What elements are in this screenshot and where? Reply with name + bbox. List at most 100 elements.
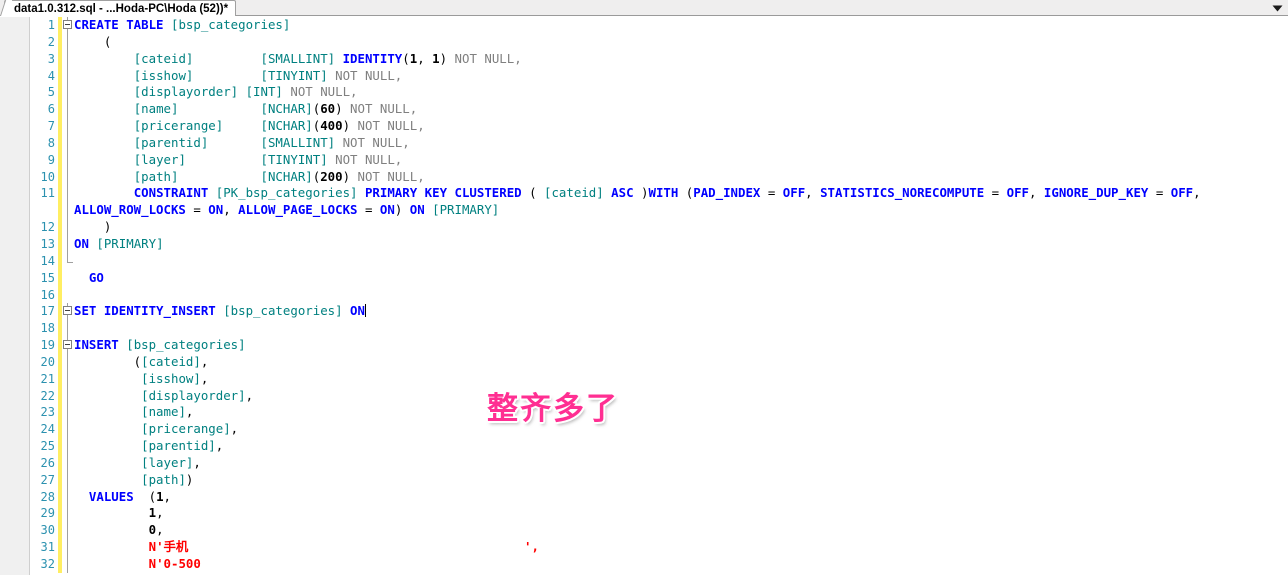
fold-margin[interactable] bbox=[63, 84, 74, 102]
fold-collapse-button[interactable] bbox=[63, 306, 72, 316]
fold-margin[interactable] bbox=[63, 556, 74, 573]
code-line[interactable]: 14 bbox=[0, 252, 1288, 270]
code-line[interactable]: 11 CONSTRAINT [PK_bsp_categories] PRIMAR… bbox=[0, 185, 1288, 203]
fold-margin[interactable] bbox=[63, 522, 74, 540]
fold-margin[interactable] bbox=[63, 185, 74, 203]
fold-margin[interactable] bbox=[63, 387, 74, 405]
code-line[interactable]: 13 ON [PRIMARY] bbox=[0, 235, 1288, 253]
code-line[interactable]: 12 ) bbox=[0, 219, 1288, 236]
code-line[interactable]: 4 [isshow] [TINYINT] NOT NULL, bbox=[0, 67, 1288, 85]
code-line[interactable]: 28 VALUES (1, bbox=[0, 488, 1288, 506]
code-line[interactable]: 20 ([cateid], bbox=[0, 353, 1288, 371]
tab-list-dropdown-button[interactable] bbox=[1270, 2, 1284, 14]
fold-collapse-button[interactable] bbox=[63, 20, 72, 29]
fold-margin[interactable] bbox=[63, 252, 74, 270]
code-token: ( bbox=[74, 33, 112, 49]
code-token: , bbox=[230, 421, 239, 437]
code-line-text: VALUES (1, bbox=[74, 489, 171, 506]
modified-line-indicator bbox=[58, 337, 62, 354]
code-line-text: CREATE TABLE [bsp_categories] bbox=[74, 17, 290, 34]
code-line[interactable]: 8 [parentid] [SMALLINT] NOT NULL, bbox=[0, 134, 1288, 152]
modified-line-indicator bbox=[58, 118, 62, 135]
code-token: [TINYINT] bbox=[260, 67, 328, 83]
code-line[interactable]: 30 0, bbox=[0, 522, 1288, 540]
code-line[interactable]: 15 GO bbox=[0, 269, 1288, 287]
code-token: , bbox=[156, 505, 164, 521]
fold-margin[interactable] bbox=[63, 67, 74, 85]
fold-margin[interactable] bbox=[63, 454, 74, 472]
fold-margin[interactable] bbox=[63, 337, 74, 354]
fold-margin[interactable] bbox=[63, 471, 74, 489]
document-tab-active[interactable]: data1.0.312.sql - ...Hoda-PC\Hoda (52))* bbox=[4, 0, 237, 16]
fold-margin[interactable] bbox=[63, 438, 74, 455]
code-line[interactable]: 5 [displayorder] [INT] NOT NULL, bbox=[0, 84, 1288, 102]
code-line[interactable]: 10 [path] [NCHAR](200) NOT NULL, bbox=[0, 168, 1288, 186]
code-token: [INT] bbox=[245, 84, 283, 100]
fold-margin[interactable] bbox=[63, 168, 74, 186]
code-text-area[interactable]: 1 CREATE TABLE [bsp_categories] 2 (3 [cate… bbox=[0, 17, 1288, 575]
code-line[interactable]: 21 [isshow], bbox=[0, 370, 1288, 388]
code-line[interactable]: 29 1, bbox=[0, 505, 1288, 523]
fold-margin[interactable] bbox=[63, 320, 74, 338]
fold-margin[interactable] bbox=[63, 287, 74, 304]
code-line[interactable]: 24 [pricerange], bbox=[0, 421, 1288, 439]
fold-margin[interactable] bbox=[63, 151, 74, 169]
code-line-text: [displayorder], bbox=[74, 388, 253, 405]
code-line[interactable]: 23 [name], bbox=[0, 404, 1288, 422]
fold-collapse-button[interactable] bbox=[63, 340, 72, 350]
fold-margin[interactable] bbox=[63, 539, 74, 556]
fold-margin[interactable] bbox=[63, 101, 74, 119]
fold-margin[interactable] bbox=[63, 118, 74, 135]
fold-margin[interactable] bbox=[63, 303, 74, 321]
code-token: [NCHAR] bbox=[260, 118, 313, 134]
fold-margin[interactable] bbox=[63, 219, 74, 236]
code-token: [path] bbox=[133, 168, 179, 184]
code-token: , bbox=[245, 387, 254, 403]
fold-margin[interactable] bbox=[63, 50, 74, 68]
code-line[interactable]: 25 [parentid], bbox=[0, 438, 1288, 455]
fold-margin[interactable] bbox=[63, 270, 74, 287]
fold-margin[interactable] bbox=[63, 353, 74, 371]
code-line[interactable]: 32 N'0-500 bbox=[0, 556, 1288, 573]
modified-line-indicator bbox=[58, 17, 62, 34]
code-token: NOT NULL, bbox=[290, 84, 358, 100]
code-line[interactable]: 1 CREATE TABLE [bsp_categories] bbox=[0, 17, 1288, 34]
code-token: , bbox=[1193, 185, 1201, 201]
fold-margin[interactable] bbox=[63, 370, 74, 388]
fold-margin[interactable] bbox=[63, 404, 74, 422]
fold-margin[interactable] bbox=[63, 488, 74, 506]
fold-margin[interactable] bbox=[63, 505, 74, 523]
code-line[interactable]: 2 ( bbox=[0, 33, 1288, 51]
fold-margin[interactable] bbox=[63, 235, 74, 253]
modified-line-indicator bbox=[58, 438, 62, 455]
fold-margin[interactable] bbox=[63, 33, 74, 51]
code-line[interactable]: 7 [pricerange] [NCHAR](400) NOT NULL, bbox=[0, 118, 1288, 135]
code-line[interactable]: 27 [path]) bbox=[0, 471, 1288, 489]
modified-line-indicator bbox=[58, 303, 62, 321]
code-line[interactable]: 19 INSERT [bsp_categories] bbox=[0, 337, 1288, 354]
code-line[interactable]: 3 [cateid] [SMALLINT] IDENTITY(1, 1) NOT… bbox=[0, 50, 1288, 68]
code-line-text: SET IDENTITY_INSERT [bsp_categories] ON bbox=[74, 303, 366, 320]
code-editor[interactable]: 1 CREATE TABLE [bsp_categories] 2 (3 [cate… bbox=[0, 17, 1288, 575]
fold-margin[interactable] bbox=[63, 421, 74, 439]
code-line[interactable]: 18 bbox=[0, 320, 1288, 338]
code-line[interactable]: 17 SET IDENTITY_INSERT [bsp_categories] O… bbox=[0, 303, 1288, 321]
code-line-text: [parentid] [SMALLINT] NOT NULL, bbox=[74, 135, 410, 152]
code-token: [pricerange] bbox=[133, 118, 224, 134]
fold-margin[interactable] bbox=[63, 134, 74, 152]
code-line[interactable]: 31 N'手机 ', bbox=[0, 539, 1288, 556]
code-line[interactable]: 16 bbox=[0, 286, 1288, 304]
code-line[interactable]: ALLOW_ROW_LOCKS = ON, ALLOW_PAGE_LOCKS =… bbox=[0, 202, 1288, 220]
code-line[interactable]: 22 [displayorder], bbox=[0, 387, 1288, 405]
code-line[interactable]: 26 [layer], bbox=[0, 454, 1288, 472]
fold-margin[interactable] bbox=[63, 17, 74, 34]
code-line-text: ( bbox=[74, 34, 111, 51]
code-line[interactable]: 6 [name] [NCHAR](60) NOT NULL, bbox=[0, 101, 1288, 119]
code-line-text: [isshow], bbox=[74, 371, 208, 388]
fold-margin[interactable] bbox=[63, 202, 74, 220]
code-line[interactable]: 9 [layer] [TINYINT] NOT NULL, bbox=[0, 151, 1288, 169]
